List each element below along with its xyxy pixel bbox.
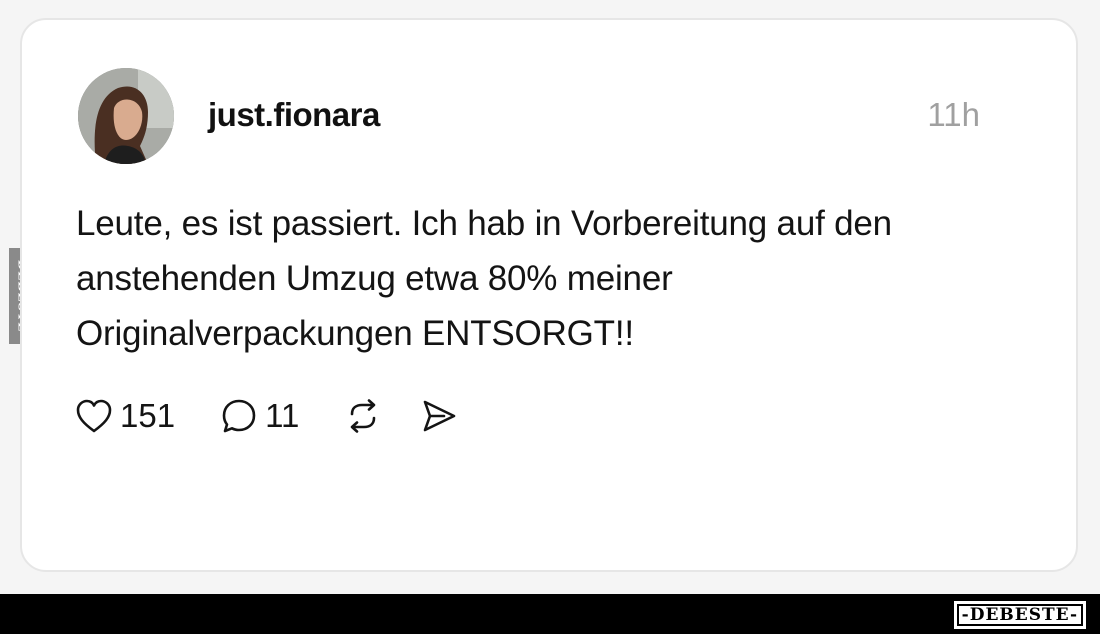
heart-icon xyxy=(74,396,114,436)
send-icon xyxy=(419,396,459,436)
repost-icon xyxy=(343,396,383,436)
action-bar: 151 11 xyxy=(74,394,459,438)
reply-count: 11 xyxy=(265,397,300,434)
post-time: 11h xyxy=(927,96,980,133)
repost-button[interactable] xyxy=(343,396,383,436)
footer-bar: -DEBESTE- xyxy=(0,594,1100,634)
like-count: 151 xyxy=(120,397,176,434)
post-card: just.fionara 11h Leute, es ist passiert.… xyxy=(20,18,1078,572)
brand-logo: -DEBESTE- xyxy=(953,601,1086,629)
reply-button[interactable]: 11 xyxy=(219,396,299,436)
post-text: Leute, es ist passiert. Ich hab in Vorbe… xyxy=(76,204,892,353)
like-button[interactable]: 151 xyxy=(74,396,175,436)
speech-bubble-icon xyxy=(219,396,259,436)
avatar-image xyxy=(78,68,174,164)
avatar[interactable] xyxy=(78,68,174,164)
username[interactable]: just.fionara xyxy=(208,96,380,134)
share-button[interactable] xyxy=(419,396,459,436)
